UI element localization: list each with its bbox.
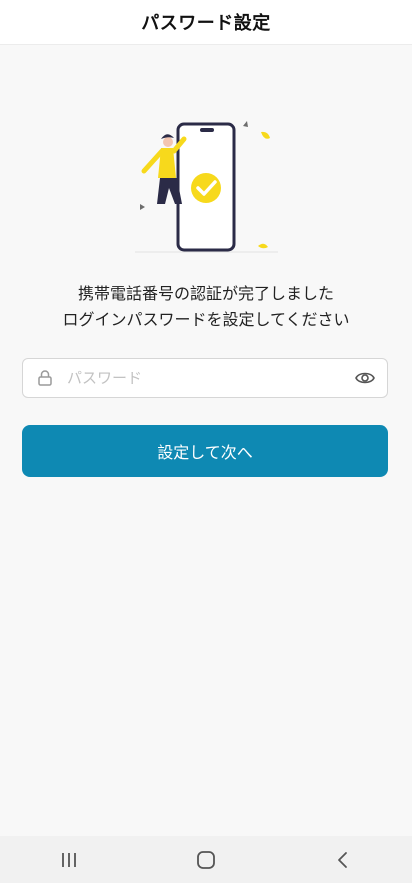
message-line-2: ログインパスワードを設定してください bbox=[62, 310, 350, 329]
message-line-1: 携帯電話番号の認証が完了しました bbox=[77, 284, 334, 303]
page-title: パスワード設定 bbox=[141, 13, 271, 34]
lock-icon bbox=[35, 368, 55, 388]
back-icon[interactable] bbox=[313, 840, 373, 880]
header-bar: パスワード設定 bbox=[0, 0, 412, 45]
success-illustration bbox=[130, 118, 280, 258]
password-field[interactable] bbox=[22, 358, 388, 398]
set-and-next-button[interactable]: 設定して次へ bbox=[22, 425, 388, 477]
password-input[interactable] bbox=[55, 358, 353, 398]
system-navigation-bar bbox=[0, 836, 412, 883]
eye-icon[interactable] bbox=[353, 366, 377, 390]
recent-apps-icon[interactable] bbox=[39, 840, 99, 880]
home-icon[interactable] bbox=[176, 840, 236, 880]
verification-message: 携帯電話番号の認証が完了しました ログインパスワードを設定してください bbox=[0, 281, 412, 333]
